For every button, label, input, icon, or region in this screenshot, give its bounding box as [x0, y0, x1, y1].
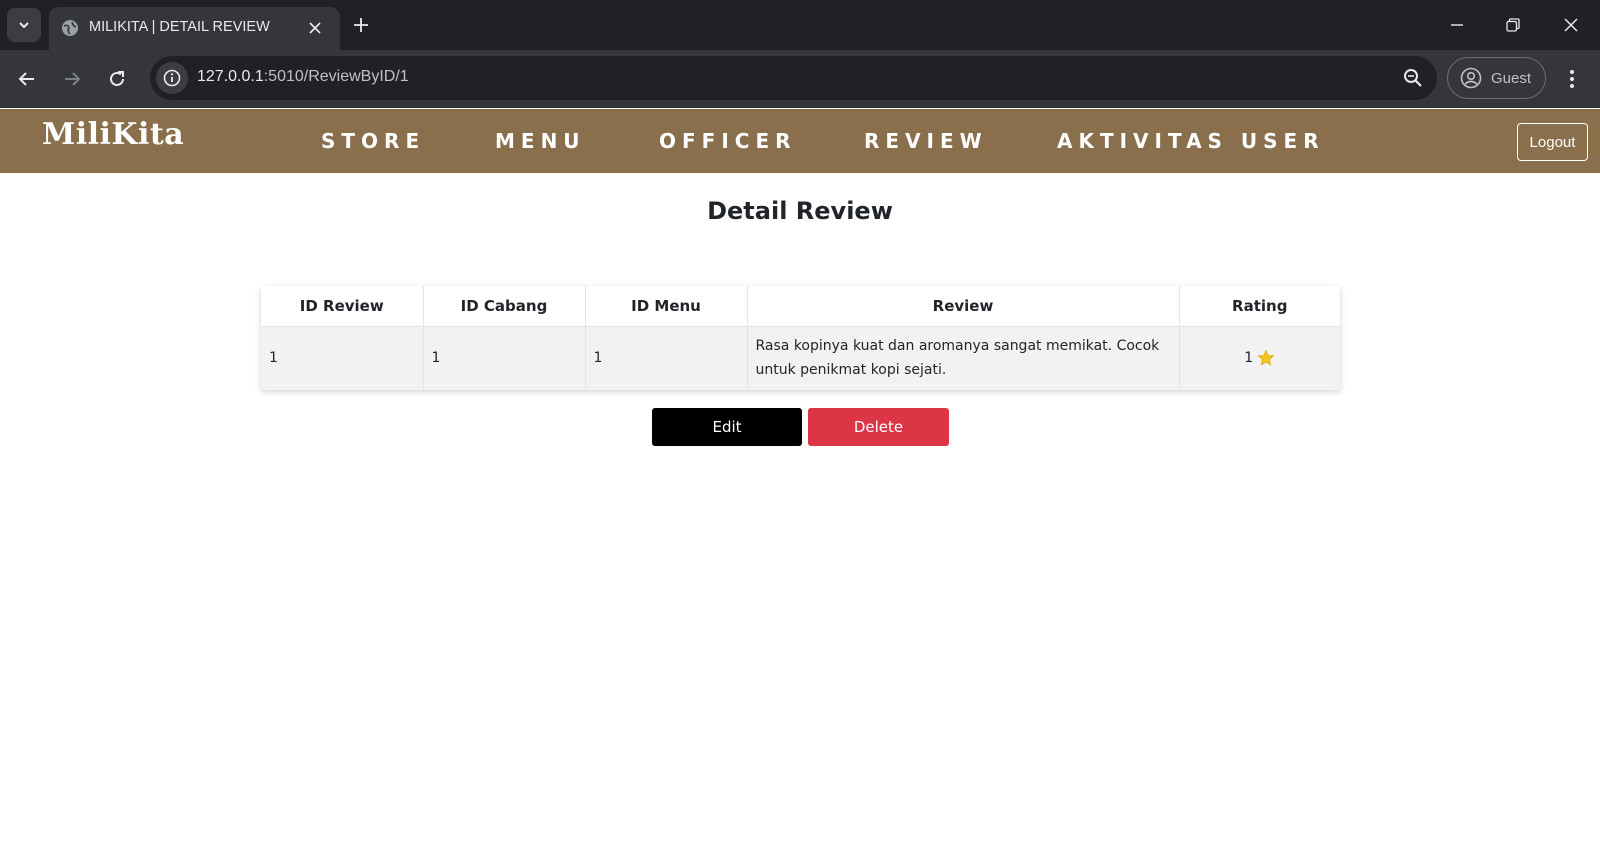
- col-header-rating: Rating: [1179, 286, 1340, 327]
- nav-link-store[interactable]: STORE: [321, 129, 425, 153]
- col-header-review: Review: [747, 286, 1180, 327]
- cell-rating: 1: [1179, 326, 1340, 390]
- reload-icon: [110, 71, 124, 86]
- tab-close-button[interactable]: [303, 16, 327, 40]
- edit-button[interactable]: Edit: [652, 408, 802, 446]
- logout-button[interactable]: Logout: [1517, 123, 1588, 161]
- close-icon: [1564, 18, 1578, 32]
- profile-label: Guest: [1491, 69, 1532, 87]
- reload-button[interactable]: [102, 64, 132, 94]
- site-info-button[interactable]: [156, 62, 188, 94]
- browser-menu-button[interactable]: [1557, 64, 1587, 94]
- nav-link-aktivitas-user[interactable]: AKTIVITAS USER: [1057, 129, 1325, 153]
- star-icon: [1257, 349, 1275, 366]
- action-buttons: Edit Delete: [652, 408, 949, 446]
- profile-button[interactable]: Guest: [1447, 57, 1546, 99]
- restore-icon: [1506, 18, 1520, 32]
- cell-id-cabang: 1: [423, 326, 586, 390]
- url-text[interactable]: 127.0.0.1:5010/ReviewByID/1: [197, 68, 409, 86]
- zoom-button[interactable]: [1401, 66, 1425, 90]
- review-table: ID Review ID Cabang ID Menu Review Ratin…: [261, 286, 1340, 390]
- tab-title: MILIKITA | DETAIL REVIEW: [89, 19, 270, 35]
- zoom-icon: [1404, 69, 1422, 87]
- back-button[interactable]: [12, 64, 42, 94]
- page-title: Detail Review: [707, 197, 893, 225]
- info-icon: [163, 69, 181, 87]
- close-window-button[interactable]: [1556, 10, 1586, 40]
- col-header-id-cabang: ID Cabang: [423, 286, 586, 327]
- site-navbar: MiliKita STORE MENU OFFICER REVIEW AKTIV…: [0, 109, 1600, 173]
- chevron-down-icon: [19, 22, 29, 29]
- col-header-id-review: ID Review: [261, 286, 424, 327]
- cell-id-menu: 1: [585, 326, 748, 390]
- tab-search-button[interactable]: [7, 8, 41, 42]
- address-bar[interactable]: 127.0.0.1:5010/ReviewByID/1: [150, 56, 1437, 100]
- browser-tab-active[interactable]: MILIKITA | DETAIL REVIEW: [49, 7, 340, 50]
- review-table-card: ID Review ID Cabang ID Menu Review Ratin…: [261, 286, 1340, 390]
- table-header-row: ID Review ID Cabang ID Menu Review Ratin…: [261, 286, 1340, 327]
- browser-toolbar: 127.0.0.1:5010/ReviewByID/1 Guest: [0, 50, 1600, 108]
- cell-review-text: Rasa kopinya kuat dan aromanya sangat me…: [747, 326, 1180, 390]
- nav-link-review[interactable]: REVIEW: [864, 129, 988, 153]
- browser-tabstrip: MILIKITA | DETAIL REVIEW: [0, 0, 1600, 50]
- delete-button[interactable]: Delete: [808, 408, 949, 446]
- rating-value: 1: [1244, 350, 1254, 367]
- table-row: 1 1 1 Rasa kopinya kuat dan aromanya san…: [261, 326, 1340, 390]
- minimize-icon: [1451, 24, 1463, 26]
- url-host: 127.0.0.1: [197, 68, 264, 85]
- globe-icon: [62, 20, 78, 36]
- arrow-left-icon: [18, 72, 34, 86]
- brand-logo[interactable]: MiliKita: [42, 117, 184, 152]
- new-tab-button[interactable]: [348, 12, 374, 38]
- profile-icon: [1460, 67, 1482, 89]
- col-header-id-menu: ID Menu: [585, 286, 748, 327]
- nav-link-menu[interactable]: MENU: [495, 129, 586, 153]
- restore-button[interactable]: [1498, 10, 1528, 40]
- nav-link-officer[interactable]: OFFICER: [659, 129, 797, 153]
- cell-id-review: 1: [261, 326, 424, 390]
- url-path: :5010/ReviewByID/1: [263, 68, 409, 85]
- more-vert-icon: [1570, 70, 1574, 88]
- forward-button[interactable]: [57, 64, 87, 94]
- arrow-right-icon: [65, 72, 81, 86]
- plus-icon: [354, 18, 368, 32]
- close-icon: [309, 22, 321, 34]
- minimize-button[interactable]: [1442, 10, 1472, 40]
